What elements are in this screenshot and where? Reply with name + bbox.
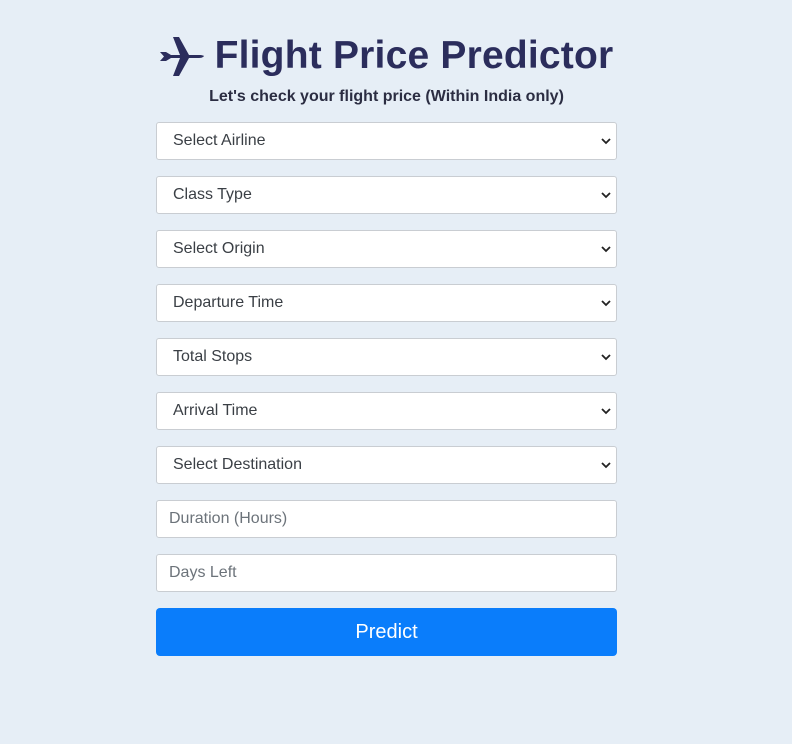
days-left-input-placeholder: Days Left [169, 564, 237, 581]
origin-select-label: Select Origin [173, 240, 265, 257]
days-left-input[interactable]: Days Left [156, 554, 617, 592]
chevron-down-icon [601, 138, 611, 145]
predict-button[interactable]: Predict [156, 608, 617, 656]
airline-select[interactable]: Select Airline [156, 122, 617, 160]
airplane-icon [158, 35, 204, 77]
arrival-time-select-label: Arrival Time [173, 402, 258, 419]
duration-input[interactable]: Duration (Hours) [156, 500, 617, 538]
page-title: Flight Price Predictor [214, 34, 614, 77]
total-stops-select[interactable]: Total Stops [156, 338, 617, 376]
duration-input-placeholder: Duration (Hours) [169, 510, 288, 527]
total-stops-select-label: Total Stops [173, 348, 253, 365]
prediction-form: Select Airline Class Type Select Origin … [156, 122, 617, 656]
class-type-select[interactable]: Class Type [156, 176, 617, 214]
arrival-time-select[interactable]: Arrival Time [156, 392, 617, 430]
origin-select[interactable]: Select Origin [156, 230, 617, 268]
chevron-down-icon [601, 354, 611, 361]
header: Flight Price Predictor [156, 30, 617, 82]
destination-select-label: Select Destination [173, 456, 302, 473]
departure-time-select[interactable]: Departure Time [156, 284, 617, 322]
airline-select-label: Select Airline [173, 132, 266, 149]
page-subtitle: Let's check your flight price (Within In… [209, 88, 564, 105]
chevron-down-icon [601, 192, 611, 199]
class-type-select-label: Class Type [173, 186, 252, 203]
destination-select[interactable]: Select Destination [156, 446, 617, 484]
chevron-down-icon [601, 408, 611, 415]
chevron-down-icon [601, 462, 611, 469]
departure-time-select-label: Departure Time [173, 294, 284, 311]
chevron-down-icon [601, 300, 611, 307]
chevron-down-icon [601, 246, 611, 253]
form-container: Flight Price Predictor Let's check your … [156, 30, 617, 656]
